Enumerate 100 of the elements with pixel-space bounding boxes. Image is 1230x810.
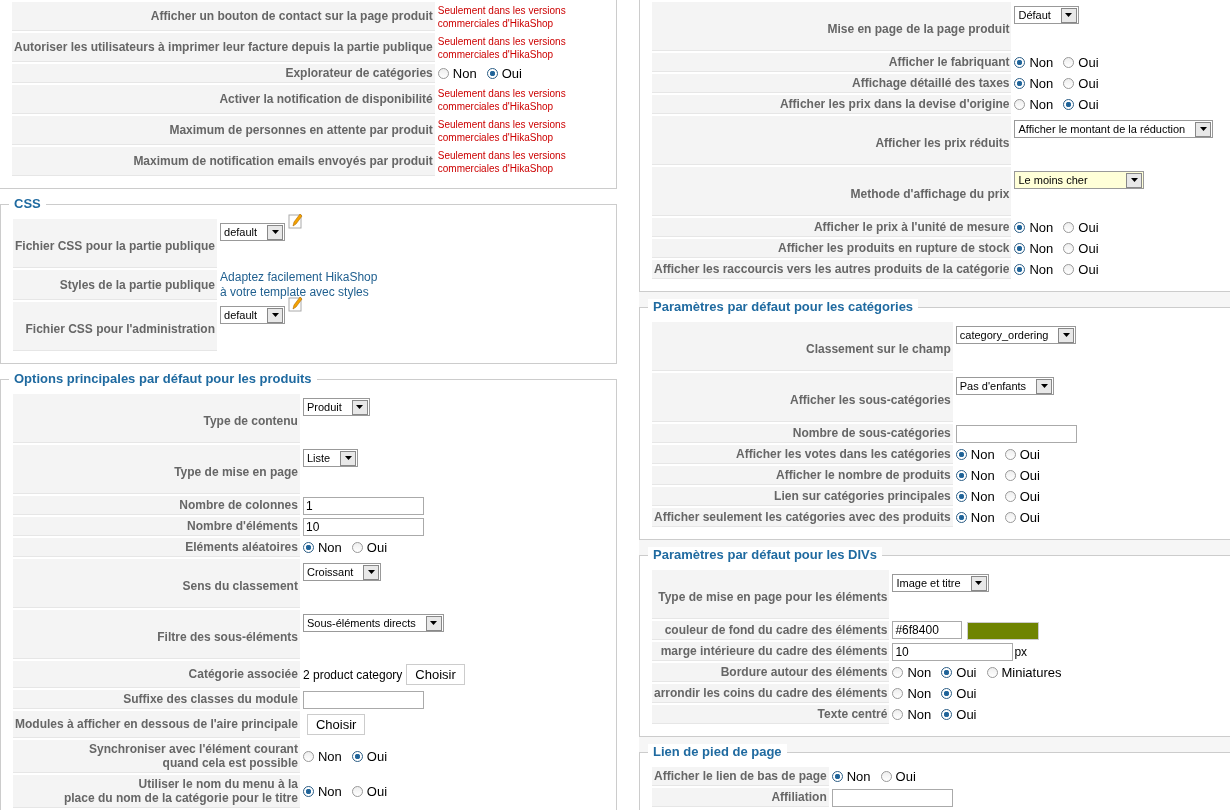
caret-icon[interactable] <box>1199 127 1207 131</box>
radio-button[interactable] <box>1014 98 1026 110</box>
dropdown[interactable]: Le moins cher <box>1014 171 1145 189</box>
dropdown[interactable]: category_ordering <box>955 326 1077 344</box>
radio-button[interactable] <box>955 490 967 502</box>
caret-icon[interactable] <box>271 230 279 234</box>
dropdown[interactable]: Défaut <box>1014 6 1079 24</box>
radio-button[interactable] <box>892 708 904 720</box>
radio-button[interactable] <box>941 666 953 678</box>
radio-button[interactable] <box>1063 98 1075 110</box>
radio-button[interactable] <box>880 770 892 782</box>
radio-label[interactable]: Non <box>452 65 477 81</box>
radio-button[interactable] <box>351 750 363 762</box>
radio-button[interactable] <box>1014 263 1026 275</box>
radio-label[interactable]: Oui <box>1019 488 1040 504</box>
radio-button[interactable] <box>955 469 967 481</box>
radio-label[interactable]: Non <box>970 446 995 462</box>
radio-button[interactable] <box>486 67 498 79</box>
radio-label[interactable]: Non <box>907 706 932 722</box>
caret-icon[interactable] <box>1040 384 1048 388</box>
radio-button[interactable] <box>1063 56 1075 68</box>
radio-label[interactable]: Non <box>1029 96 1054 112</box>
text-field[interactable]: 10 <box>892 642 1014 661</box>
styles-link[interactable]: Adaptez facilement HikaShop à votre template avec styles <box>220 270 378 300</box>
radio-button[interactable] <box>831 770 843 782</box>
caret-icon[interactable] <box>271 313 279 317</box>
choose-button[interactable]: Choisir <box>306 714 366 735</box>
dropdown[interactable]: Liste <box>302 449 359 467</box>
radio-button[interactable] <box>1014 221 1026 233</box>
caret-icon[interactable] <box>1131 178 1138 182</box>
radio-label[interactable]: Oui <box>366 783 388 799</box>
caret-icon[interactable] <box>344 456 352 460</box>
radio-button[interactable] <box>892 687 904 699</box>
text-field[interactable] <box>302 690 424 709</box>
edit-pencil-icon[interactable] <box>288 213 305 229</box>
radio-button[interactable] <box>302 541 314 553</box>
radio-label[interactable]: Non <box>970 488 995 504</box>
dropdown[interactable]: Produit <box>302 398 370 416</box>
choose-button[interactable]: Choisir <box>406 664 465 685</box>
text-field[interactable]: 1 <box>302 496 424 515</box>
text-field[interactable]: 10 <box>302 517 424 536</box>
radio-label[interactable]: Oui <box>1019 446 1040 462</box>
radio-label[interactable]: Oui <box>1019 509 1040 525</box>
radio-label[interactable]: Oui <box>956 706 977 722</box>
dropdown[interactable]: Afficher le montant de la réduction <box>1014 120 1214 138</box>
caret-icon[interactable] <box>1065 13 1073 17</box>
radio-button[interactable] <box>1014 56 1026 68</box>
text-field[interactable] <box>955 424 1077 443</box>
radio-label[interactable]: Non <box>1029 75 1054 91</box>
radio-label[interactable]: Non <box>1029 240 1054 256</box>
radio-button[interactable] <box>955 511 967 523</box>
dropdown[interactable]: Pas d'enfants <box>955 377 1055 395</box>
radio-button[interactable] <box>1063 77 1075 89</box>
radio-label[interactable]: Non <box>907 664 932 680</box>
radio-button[interactable] <box>1004 511 1016 523</box>
radio-label[interactable]: Oui <box>366 539 388 555</box>
dropdown[interactable]: Croissant <box>302 563 382 581</box>
radio-label[interactable]: Non <box>1029 219 1054 235</box>
radio-label[interactable]: Non <box>846 768 871 784</box>
radio-button[interactable] <box>1063 221 1075 233</box>
radio-button[interactable] <box>1014 77 1026 89</box>
radio-label[interactable]: Oui <box>1078 240 1099 256</box>
color-field[interactable]: #6f8400 <box>892 621 963 640</box>
caret-icon[interactable] <box>975 581 983 585</box>
radio-button[interactable] <box>941 687 953 699</box>
radio-button[interactable] <box>941 708 953 720</box>
radio-button[interactable] <box>1063 263 1075 275</box>
radio-button[interactable] <box>1063 242 1075 254</box>
radio-button[interactable] <box>302 750 314 762</box>
radio-label[interactable]: Oui <box>956 664 977 680</box>
caret-icon[interactable] <box>356 405 364 409</box>
caret-icon[interactable] <box>367 570 375 574</box>
radio-button[interactable] <box>1004 490 1016 502</box>
radio-label[interactable]: Non <box>1029 54 1054 70</box>
radio-label[interactable]: Oui <box>1078 219 1099 235</box>
radio-button[interactable] <box>351 541 363 553</box>
radio-button[interactable] <box>351 785 363 797</box>
radio-button[interactable] <box>1004 448 1016 460</box>
radio-label[interactable]: Oui <box>1078 96 1099 112</box>
radio-label[interactable]: Oui <box>956 685 977 701</box>
radio-label[interactable]: Oui <box>1078 54 1099 70</box>
radio-label[interactable]: Non <box>1029 261 1054 277</box>
dropdown[interactable]: default <box>220 306 286 324</box>
radio-label[interactable]: Non <box>317 783 342 799</box>
caret-icon[interactable] <box>430 621 438 625</box>
radio-label[interactable]: Non <box>970 509 995 525</box>
radio-label[interactable]: Non <box>907 685 932 701</box>
radio-label[interactable]: Non <box>970 467 995 483</box>
caret-icon[interactable] <box>1062 333 1070 337</box>
radio-button[interactable] <box>437 67 449 79</box>
radio-label[interactable]: Oui <box>366 748 388 764</box>
radio-label[interactable]: Non <box>317 539 342 555</box>
radio-label[interactable]: Oui <box>1078 261 1099 277</box>
radio-label[interactable]: Oui <box>1019 467 1040 483</box>
radio-label[interactable]: Miniatures <box>1001 664 1062 680</box>
radio-button[interactable] <box>986 666 998 678</box>
radio-label[interactable]: Oui <box>1078 75 1099 91</box>
radio-button[interactable] <box>1014 242 1026 254</box>
dropdown[interactable]: Sous-éléments directs <box>302 614 444 632</box>
radio-label[interactable]: Non <box>317 748 342 764</box>
